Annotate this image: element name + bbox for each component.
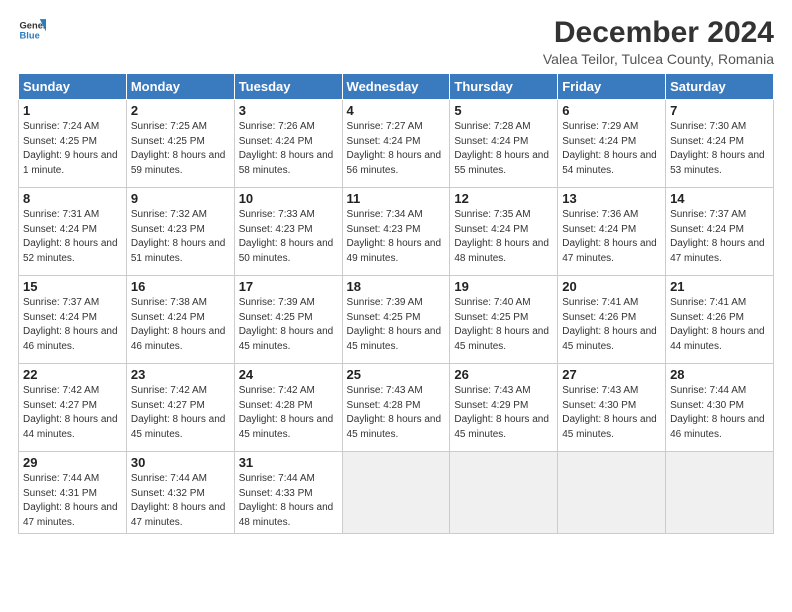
table-row bbox=[450, 452, 558, 534]
col-header-tuesday: Tuesday bbox=[234, 74, 342, 100]
table-row: 10Sunrise: 7:33 AMSunset: 4:23 PMDayligh… bbox=[234, 188, 342, 276]
table-row: 19Sunrise: 7:40 AMSunset: 4:25 PMDayligh… bbox=[450, 276, 558, 364]
table-row: 25Sunrise: 7:43 AMSunset: 4:28 PMDayligh… bbox=[342, 364, 450, 452]
table-row: 16Sunrise: 7:38 AMSunset: 4:24 PMDayligh… bbox=[126, 276, 234, 364]
table-row: 2Sunrise: 7:25 AMSunset: 4:25 PMDaylight… bbox=[126, 100, 234, 188]
table-row: 13Sunrise: 7:36 AMSunset: 4:24 PMDayligh… bbox=[558, 188, 666, 276]
col-header-sunday: Sunday bbox=[19, 74, 127, 100]
table-row: 29Sunrise: 7:44 AMSunset: 4:31 PMDayligh… bbox=[19, 452, 127, 534]
table-row: 15Sunrise: 7:37 AMSunset: 4:24 PMDayligh… bbox=[19, 276, 127, 364]
table-row bbox=[342, 452, 450, 534]
table-row: 17Sunrise: 7:39 AMSunset: 4:25 PMDayligh… bbox=[234, 276, 342, 364]
logo-icon: General Blue bbox=[18, 16, 46, 44]
col-header-monday: Monday bbox=[126, 74, 234, 100]
title-block: December 2024 Valea Teilor, Tulcea Count… bbox=[543, 16, 774, 67]
col-header-saturday: Saturday bbox=[666, 74, 774, 100]
table-row: 1Sunrise: 7:24 AMSunset: 4:25 PMDaylight… bbox=[19, 100, 127, 188]
table-row: 6Sunrise: 7:29 AMSunset: 4:24 PMDaylight… bbox=[558, 100, 666, 188]
table-row bbox=[558, 452, 666, 534]
table-row: 20Sunrise: 7:41 AMSunset: 4:26 PMDayligh… bbox=[558, 276, 666, 364]
table-row: 21Sunrise: 7:41 AMSunset: 4:26 PMDayligh… bbox=[666, 276, 774, 364]
table-row: 24Sunrise: 7:42 AMSunset: 4:28 PMDayligh… bbox=[234, 364, 342, 452]
table-row: 31Sunrise: 7:44 AMSunset: 4:33 PMDayligh… bbox=[234, 452, 342, 534]
table-row bbox=[666, 452, 774, 534]
table-row: 4Sunrise: 7:27 AMSunset: 4:24 PMDaylight… bbox=[342, 100, 450, 188]
table-row: 23Sunrise: 7:42 AMSunset: 4:27 PMDayligh… bbox=[126, 364, 234, 452]
table-row: 22Sunrise: 7:42 AMSunset: 4:27 PMDayligh… bbox=[19, 364, 127, 452]
svg-text:Blue: Blue bbox=[20, 31, 40, 41]
calendar-page: General Blue December 2024 Valea Teilor,… bbox=[0, 0, 792, 612]
table-row: 12Sunrise: 7:35 AMSunset: 4:24 PMDayligh… bbox=[450, 188, 558, 276]
table-row: 7Sunrise: 7:30 AMSunset: 4:24 PMDaylight… bbox=[666, 100, 774, 188]
header: General Blue December 2024 Valea Teilor,… bbox=[18, 16, 774, 67]
table-row: 27Sunrise: 7:43 AMSunset: 4:30 PMDayligh… bbox=[558, 364, 666, 452]
col-header-friday: Friday bbox=[558, 74, 666, 100]
table-row: 28Sunrise: 7:44 AMSunset: 4:30 PMDayligh… bbox=[666, 364, 774, 452]
table-row: 26Sunrise: 7:43 AMSunset: 4:29 PMDayligh… bbox=[450, 364, 558, 452]
subtitle: Valea Teilor, Tulcea County, Romania bbox=[543, 51, 774, 67]
table-row: 3Sunrise: 7:26 AMSunset: 4:24 PMDaylight… bbox=[234, 100, 342, 188]
calendar-table: Sunday Monday Tuesday Wednesday Thursday… bbox=[18, 73, 774, 534]
logo: General Blue bbox=[18, 16, 46, 44]
table-row: 9Sunrise: 7:32 AMSunset: 4:23 PMDaylight… bbox=[126, 188, 234, 276]
col-header-thursday: Thursday bbox=[450, 74, 558, 100]
table-row: 14Sunrise: 7:37 AMSunset: 4:24 PMDayligh… bbox=[666, 188, 774, 276]
table-row: 18Sunrise: 7:39 AMSunset: 4:25 PMDayligh… bbox=[342, 276, 450, 364]
table-row: 30Sunrise: 7:44 AMSunset: 4:32 PMDayligh… bbox=[126, 452, 234, 534]
table-row: 11Sunrise: 7:34 AMSunset: 4:23 PMDayligh… bbox=[342, 188, 450, 276]
table-row: 5Sunrise: 7:28 AMSunset: 4:24 PMDaylight… bbox=[450, 100, 558, 188]
col-header-wednesday: Wednesday bbox=[342, 74, 450, 100]
table-row: 8Sunrise: 7:31 AMSunset: 4:24 PMDaylight… bbox=[19, 188, 127, 276]
main-title: December 2024 bbox=[543, 16, 774, 49]
